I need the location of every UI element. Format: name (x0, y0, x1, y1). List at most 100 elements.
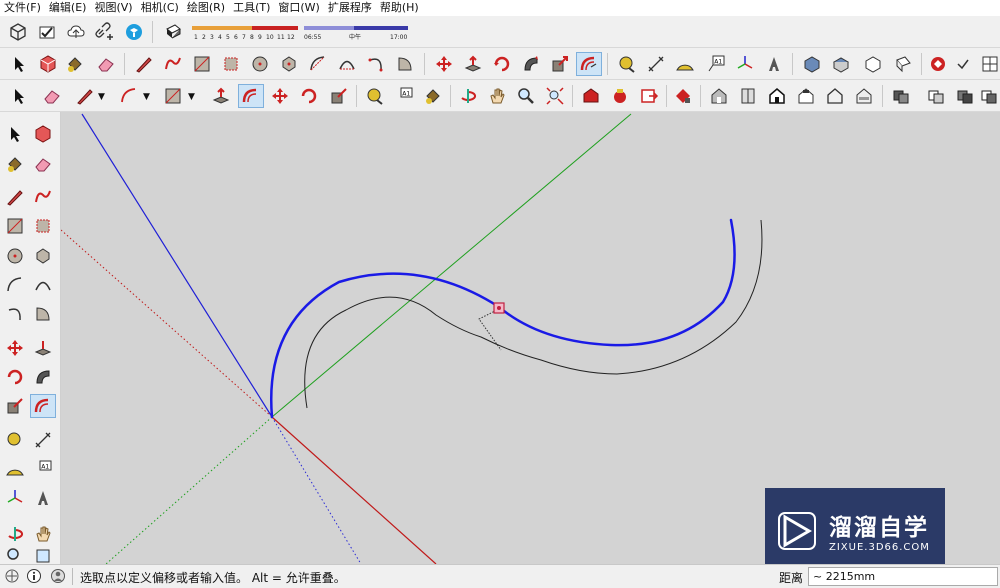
make-component-icon[interactable] (35, 52, 61, 76)
sketchfab-icon[interactable] (121, 20, 147, 44)
menu-camera[interactable]: 相机(C) (137, 0, 183, 16)
geolocation-icon[interactable] (4, 568, 20, 584)
offset-curve[interactable] (304, 219, 763, 409)
select-arrow-icon[interactable] (6, 84, 32, 108)
measurement-input[interactable]: ~ 2215mm (808, 567, 998, 586)
rectangle-icon[interactable] (2, 214, 28, 238)
menu-window[interactable]: 窗口(W) (274, 0, 323, 16)
push-pull-icon[interactable] (208, 84, 234, 108)
text-tool-icon[interactable]: A1 (30, 457, 56, 481)
three-point-arc-icon[interactable] (363, 52, 389, 76)
extension-manager-icon[interactable] (670, 84, 696, 108)
menu-file[interactable]: 文件(F) (0, 0, 45, 16)
house-outline-icon[interactable] (822, 84, 848, 108)
rotate-icon[interactable] (2, 365, 28, 389)
push-pull-icon[interactable] (460, 52, 486, 76)
orbit-icon[interactable] (2, 522, 28, 546)
solid-subtract-icon[interactable] (923, 84, 949, 108)
solid-intersect-icon[interactable] (952, 84, 978, 108)
solid-trim-icon[interactable] (976, 84, 1000, 108)
tape-measure-icon[interactable] (2, 428, 28, 452)
chevron-down-icon[interactable]: ▼ (143, 92, 150, 102)
dimension-icon[interactable] (643, 52, 669, 76)
push-pull-icon[interactable] (30, 336, 56, 360)
move-icon[interactable] (431, 52, 457, 76)
3d-text-icon[interactable] (30, 486, 56, 510)
rotate-icon[interactable] (296, 84, 322, 108)
user-account-icon[interactable] (50, 568, 66, 584)
solid-union-icon[interactable] (888, 84, 914, 108)
menu-edit[interactable]: 编辑(E) (45, 0, 91, 16)
paint-bucket-icon[interactable] (62, 52, 88, 76)
scale-icon[interactable] (2, 394, 28, 418)
freehand-icon[interactable] (160, 52, 186, 76)
scale-icon[interactable] (547, 52, 573, 76)
pie-icon[interactable] (392, 52, 418, 76)
crosshair-box-icon[interactable] (977, 52, 1000, 76)
protractor-icon[interactable] (672, 52, 698, 76)
scale-icon[interactable] (326, 84, 352, 108)
house-textured-icon[interactable] (851, 84, 877, 108)
circle-icon[interactable] (2, 244, 28, 268)
arc-icon[interactable] (2, 273, 28, 297)
pan-hand-icon[interactable] (484, 84, 510, 108)
three-point-arc-icon[interactable] (2, 302, 28, 326)
front-view-icon[interactable] (860, 52, 886, 76)
line-pencil-icon[interactable] (131, 52, 157, 76)
cloud-upload-icon[interactable] (63, 20, 89, 44)
circle-icon[interactable] (247, 52, 273, 76)
menu-view[interactable]: 视图(V) (90, 0, 136, 16)
rotated-rectangle-icon[interactable] (218, 52, 244, 76)
move-icon[interactable] (2, 336, 28, 360)
eraser-icon[interactable] (39, 84, 65, 108)
offset-tool-icon[interactable] (30, 394, 56, 418)
zoom-icon[interactable] (2, 548, 28, 564)
eraser-icon[interactable] (30, 152, 56, 176)
eraser-icon[interactable] (93, 52, 119, 76)
shadow-month-slider[interactable]: 1 2 3 4 5 6 7 8 9 10 11 12 (190, 24, 302, 42)
top-view-icon[interactable] (828, 52, 854, 76)
pie-icon[interactable] (30, 302, 56, 326)
menu-extensions[interactable]: 扩展程序 (324, 0, 376, 16)
select-arrow-icon[interactable] (6, 52, 32, 76)
model-info-icon[interactable] (34, 20, 60, 44)
text-tool-icon[interactable]: A1 (391, 84, 417, 108)
polygon-icon[interactable] (276, 52, 302, 76)
two-point-arc-icon[interactable] (30, 273, 56, 297)
extension-icon[interactable] (925, 52, 951, 76)
chevron-down-icon[interactable]: ▼ (98, 92, 105, 102)
follow-me-icon[interactable] (30, 365, 56, 389)
freehand-icon[interactable] (30, 185, 56, 209)
make-component-icon[interactable] (30, 122, 56, 146)
dimension-icon[interactable] (30, 428, 56, 452)
zoom-extents-icon[interactable] (542, 84, 568, 108)
right-view-icon[interactable] (890, 52, 916, 76)
axes-icon[interactable] (732, 52, 758, 76)
zoom-extents-icon[interactable] (30, 548, 56, 564)
warehouse-icon[interactable] (578, 84, 604, 108)
menu-help[interactable]: 帮助(H) (376, 0, 423, 16)
info-icon[interactable] (26, 568, 42, 584)
orbit-icon[interactable] (455, 84, 481, 108)
chevron-down-icon[interactable]: ▼ (188, 92, 195, 102)
zoom-icon[interactable] (513, 84, 539, 108)
send-to-layout-icon[interactable] (636, 84, 662, 108)
line-pencil-icon[interactable] (2, 185, 28, 209)
extension-warehouse-icon[interactable] (607, 84, 633, 108)
menu-draw[interactable]: 绘图(R) (183, 0, 229, 16)
select-arrow-icon[interactable] (2, 122, 28, 146)
arc-icon[interactable] (305, 52, 331, 76)
paint-bucket-icon[interactable] (2, 152, 28, 176)
two-point-arc-icon[interactable] (334, 52, 360, 76)
house-hidden-line-icon[interactable] (793, 84, 819, 108)
xray-icon[interactable] (735, 84, 761, 108)
arc-icon[interactable] (116, 84, 142, 108)
move-icon[interactable] (267, 84, 293, 108)
shadows-toggle-icon[interactable] (160, 20, 186, 44)
rotated-rectangle-icon[interactable] (30, 214, 56, 238)
model-viewport[interactable]: 溜溜自学 ZIXUE.3D66.COM (61, 112, 1000, 564)
checkmark-icon[interactable] (950, 52, 976, 76)
pan-hand-icon[interactable] (30, 522, 56, 546)
link-add-icon[interactable] (92, 20, 118, 44)
tape-measure-icon[interactable] (614, 52, 640, 76)
